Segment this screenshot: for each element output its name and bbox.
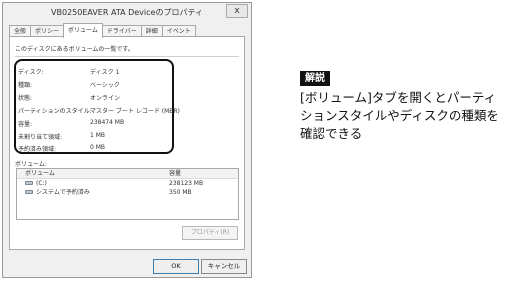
info-value: 1 MB (90, 132, 106, 139)
window-title: VB0250EAVER ATA Deviceのプロパティ (51, 8, 203, 17)
drive-icon (25, 190, 33, 194)
tab-strip: 全般 ポリシー ボリューム ドライバー 詳細 イベント (9, 23, 196, 38)
info-value: オンライン (90, 95, 121, 102)
column-header-capacity[interactable]: 容量 (169, 169, 181, 178)
info-label: 容量: (18, 121, 33, 128)
list-item[interactable]: システムで予約済み 350 MB (17, 188, 238, 197)
info-label: 状態: (18, 95, 33, 102)
volume-capacity: 350 MB (169, 189, 192, 196)
info-value: 238474 MB (90, 119, 125, 126)
info-value: ディスク 1 (90, 69, 120, 76)
properties-dialog: VB0250EAVER ATA Deviceのプロパティ x 全般 ポリシー ボ… (2, 2, 252, 278)
volumes-list[interactable]: ボリューム 容量 (C:) 238123 MB システムで予約済み 350 MB (16, 168, 239, 220)
volumes-panel: このディスクにあるボリュームの一覧です。 ディスク: ディスク 1 種類: ベー… (9, 36, 245, 250)
info-value: 0 MB (90, 144, 106, 151)
explanation-callout: 解説 [ボリューム]タブを開くとパーティションスタイルやディスクの種類を確認でき… (300, 66, 505, 143)
info-label: ディスク: (18, 69, 44, 76)
panel-description: このディスクにあるボリュームの一覧です。 (15, 46, 134, 53)
volume-capacity: 238123 MB (169, 180, 204, 187)
volume-name: (C:) (36, 180, 47, 187)
ok-button[interactable]: OK (153, 259, 199, 274)
column-header-volume[interactable]: ボリューム (25, 169, 55, 178)
title-bar: VB0250EAVER ATA Deviceのプロパティ x (3, 3, 251, 21)
info-label: 種類: (18, 82, 33, 89)
close-button[interactable]: x (226, 4, 248, 18)
volume-name: システムで予約済み (36, 189, 90, 196)
volumes-list-header: ボリューム 容量 (17, 169, 238, 179)
properties-button[interactable]: プロパティ(R) (182, 226, 238, 240)
tab-volumes[interactable]: ボリューム (63, 23, 103, 38)
cancel-button[interactable]: キャンセル (201, 259, 247, 274)
list-item[interactable]: (C:) 238123 MB (17, 179, 238, 188)
info-label: パーティションのスタイル: (18, 108, 92, 115)
info-label: 未割り当て領域: (18, 134, 63, 141)
info-value: ベーシック (90, 82, 120, 89)
info-label: 予約済み領域: (18, 146, 57, 153)
info-value: マスター ブート レコード (MBR) (90, 108, 180, 115)
divider (15, 56, 239, 57)
explanation-badge: 解説 (300, 71, 330, 86)
drive-icon (25, 181, 33, 185)
volumes-label: ボリューム: (15, 161, 47, 168)
explanation-text: [ボリューム]タブを開くとパーティションスタイルやディスクの種類を確認できる (300, 90, 499, 141)
